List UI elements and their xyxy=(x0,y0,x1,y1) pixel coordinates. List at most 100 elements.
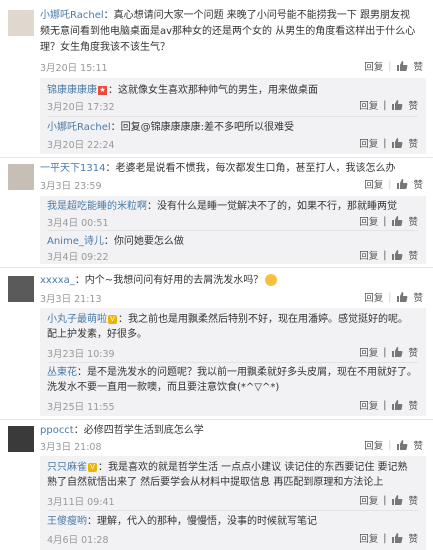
avatar[interactable] xyxy=(8,164,34,190)
comment-actions: 回复 | 赞 xyxy=(364,290,423,305)
username-link[interactable]: 丛東花 xyxy=(47,367,77,378)
thumbs-up-icon[interactable] xyxy=(391,494,403,506)
reply-button[interactable]: 回复 xyxy=(359,345,378,359)
comment-text: xxxxa_：内个~我想问问有好用的去屑洗发水吗？ xyxy=(40,273,418,289)
username-link[interactable]: 一平天下1314 xyxy=(40,163,105,174)
thumbs-up-icon[interactable] xyxy=(391,399,403,411)
reply-button[interactable]: 回复 xyxy=(364,438,383,452)
reply-text: 王傻瘦哟：理解，代入的那种，慢慢悟，没事的时候就写笔记 xyxy=(47,516,317,527)
reply-button[interactable]: 回复 xyxy=(359,248,378,262)
reply-time: 3月20日 22:24 xyxy=(47,140,115,151)
reply-button[interactable]: 回复 xyxy=(364,177,383,191)
reply-text: 丛東花：是不是洗发水的问题呢？我以前一用飘柔就好多头皮屑，现在不用就好了。洗发水… xyxy=(47,367,417,393)
reply-time: 3月11日 09:41 xyxy=(47,497,115,508)
comment-item: ppocct：必修四哲学生活到底怎么学 3月3日 21:08 回复 | 赞 只只麻… xyxy=(0,420,433,550)
username-link[interactable]: ppocct xyxy=(40,425,74,436)
username-link[interactable]: 小娜吒Rachel xyxy=(47,122,111,133)
reply-actions: 回复 | 赞 xyxy=(359,248,418,263)
like-label[interactable]: 赞 xyxy=(413,438,423,452)
verified-badge-icon: V xyxy=(88,462,97,472)
reply-box: 我是超吃能睡的米粒啊：没有什么是睡一觉解决不了的，如果不行，那就睡两觉 3月4日… xyxy=(40,196,426,264)
thumbs-up-icon[interactable] xyxy=(396,178,408,190)
avatar[interactable] xyxy=(8,276,34,302)
comment-time: 3月20日 15:11 xyxy=(40,63,108,74)
comment-text: 小娜吒Rachel：真心想请问大家一个问题 来晚了小问号能不能捞我一下 跟男朋友… xyxy=(40,8,418,56)
reply-button[interactable]: 回复 xyxy=(364,290,383,304)
reply-box: 小丸子最萌啦 V ：我之前也是用飘柔然后特别不好，现在用潘婷。感觉挺好的呢。配上护发… xyxy=(40,308,426,416)
like-label[interactable]: 赞 xyxy=(408,136,418,150)
username-link[interactable]: 我是超吃能睡的米粒啊 xyxy=(47,201,147,212)
star-badge-icon: ★ xyxy=(98,85,107,95)
like-label[interactable]: 赞 xyxy=(413,59,423,73)
reply-time: 3月20日 17:32 xyxy=(47,102,115,113)
reply-time: 4月6日 01:28 xyxy=(47,535,109,546)
username-link[interactable]: Anime_诗儿 xyxy=(47,236,104,247)
like-label[interactable]: 赞 xyxy=(408,493,418,507)
thumbs-up-icon[interactable] xyxy=(391,346,403,358)
reply-box: 只只麻雀 V ：我是喜欢的就是哲学生活 一点点小建议 读记住的东西要记住 要记熟 熟… xyxy=(40,456,426,550)
comment-actions: 回复 | 赞 xyxy=(364,59,423,74)
comment-actions: 回复 | 赞 xyxy=(364,177,423,192)
reply-time: 3月4日 00:51 xyxy=(47,218,109,229)
reply-time: 3月4日 09:22 xyxy=(47,252,109,263)
thumbs-up-icon[interactable] xyxy=(396,60,408,72)
username-link[interactable]: 小丸子最萌啦 xyxy=(47,314,107,325)
thumbs-up-icon[interactable] xyxy=(396,291,408,303)
divider xyxy=(48,510,418,511)
username-link[interactable]: 锦康康康康 xyxy=(47,85,97,96)
thumbs-up-icon[interactable] xyxy=(391,215,403,227)
reply-actions: 回复 | 赞 xyxy=(359,345,418,360)
reply-button[interactable]: 回复 xyxy=(359,493,378,507)
reply-text: 小丸子最萌啦 V ：我之前也是用飘柔然后特别不好，现在用潘婷。感觉挺好的呢。配上护发… xyxy=(47,314,408,340)
reply-button[interactable]: 回复 xyxy=(364,59,383,73)
comment-body: ：内个~我想问问有好用的去屑洗发水吗？ xyxy=(74,275,264,286)
like-label[interactable]: 赞 xyxy=(408,345,418,359)
username-link[interactable]: 小娜吒Rachel xyxy=(40,10,104,21)
reply-actions: 回复 | 赞 xyxy=(359,493,418,508)
comment-item: 小娜吒Rachel：真心想请问大家一个问题 来晚了小问号能不能捞我一下 跟男朋友… xyxy=(0,0,433,160)
thumbs-up-icon[interactable] xyxy=(391,532,403,544)
reply-actions: 回复 | 赞 xyxy=(359,214,418,229)
avatar[interactable] xyxy=(8,10,34,36)
reply-button[interactable]: 回复 xyxy=(359,398,378,412)
comment-text: ppocct：必修四哲学生活到底怎么学 xyxy=(40,423,418,439)
reply-text: Anime_诗儿：你问她要怎么做 xyxy=(47,236,184,247)
thumbs-up-icon[interactable] xyxy=(391,99,403,111)
like-label[interactable]: 赞 xyxy=(408,248,418,262)
like-label[interactable]: 赞 xyxy=(408,214,418,228)
comment-time: 3月3日 21:13 xyxy=(40,294,102,305)
like-label[interactable]: 赞 xyxy=(408,531,418,545)
reply-button[interactable]: 回复 xyxy=(359,214,378,228)
reply-box: 锦康康康康 ★ ：这就像女生喜欢那种帅气的男生，用来做桌面 3月20日 17:32 … xyxy=(40,78,426,154)
like-label[interactable]: 赞 xyxy=(408,398,418,412)
username-link[interactable]: xxxxa_ xyxy=(40,275,75,286)
reply-text: 只只麻雀 V ：我是喜欢的就是哲学生活 一点点小建议 读记住的东西要记住 要记熟 熟… xyxy=(47,462,408,488)
comment-body: ：必修四哲学生活到底怎么学 xyxy=(73,425,204,436)
reply-button[interactable]: 回复 xyxy=(359,136,378,150)
reply-actions: 回复 | 赞 xyxy=(359,398,418,413)
reply-actions: 回复 | 赞 xyxy=(359,531,418,546)
reply-time: 3月23日 10:39 xyxy=(47,349,115,360)
like-label[interactable]: 赞 xyxy=(413,290,423,304)
reply-actions: 回复 | 赞 xyxy=(359,98,418,113)
username-link[interactable]: 只只麻雀 xyxy=(47,462,87,473)
like-label[interactable]: 赞 xyxy=(413,177,423,191)
verified-badge-icon: V xyxy=(108,314,117,324)
comment-text: 一平天下1314：老婆老是说看不惯我，每次都发生口角，甚至打人，我该怎么办 xyxy=(40,161,418,177)
thumbs-up-icon[interactable] xyxy=(391,249,403,261)
reply-time: 3月25日 11:55 xyxy=(47,402,115,413)
comment-time: 3月3日 23:59 xyxy=(40,181,102,192)
divider xyxy=(48,116,418,117)
username-link[interactable]: 王傻瘦哟 xyxy=(47,516,87,527)
thumbs-up-icon[interactable] xyxy=(391,137,403,149)
comment-actions: 回复 | 赞 xyxy=(364,438,423,453)
like-label[interactable]: 赞 xyxy=(408,98,418,112)
comment-item: xxxxa_：内个~我想问问有好用的去屑洗发水吗？ 3月3日 21:13 回复 |… xyxy=(0,268,433,418)
reply-button[interactable]: 回复 xyxy=(359,531,378,545)
reply-actions: 回复 | 赞 xyxy=(359,136,418,151)
avatar[interactable] xyxy=(8,426,34,452)
comment-item: 一平天下1314：老婆老是说看不惯我，每次都发生口角，甚至打人，我该怎么办 3月… xyxy=(0,158,433,266)
divider xyxy=(48,230,418,231)
reply-button[interactable]: 回复 xyxy=(359,98,378,112)
thumbs-up-icon[interactable] xyxy=(396,439,408,451)
